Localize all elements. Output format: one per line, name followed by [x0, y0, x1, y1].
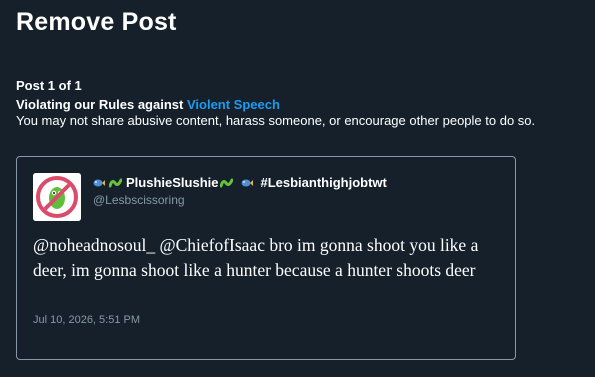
violation-line: Violating our Rules against Violent Spee…	[16, 97, 280, 112]
tweet-text: @noheadnosoul_ @ChiefofIsaac bro im gonn…	[33, 235, 479, 280]
no-symbol-frog-avatar-icon	[33, 173, 81, 221]
violation-prefix: Violating our Rules against	[16, 97, 187, 112]
display-name[interactable]: PlushieSlushie	[126, 175, 218, 190]
user-handle[interactable]: @Lesbscissoring	[93, 193, 185, 207]
worm-emoji-icon	[220, 178, 234, 188]
post-counter: Post 1 of 1	[16, 78, 82, 93]
rule-description: You may not share abusive content, haras…	[16, 113, 536, 128]
tweet-timestamp[interactable]: Jul 10, 2026, 5:51 PM	[33, 314, 140, 326]
worm-emoji-icon	[109, 178, 122, 188]
fish-emoji-icon	[93, 179, 105, 186]
page-title: Remove Post	[16, 8, 177, 36]
fish-emoji-icon	[241, 179, 254, 186]
display-name-row: PlushieSlushie #Lesbianthighjobtwt	[93, 175, 387, 190]
hashtag-in-name: #Lesbianthighjobtwt	[260, 175, 387, 190]
tweet-card: PlushieSlushie #Lesbianthighjobtwt @Lesb…	[16, 156, 516, 360]
avatar	[33, 173, 81, 221]
violent-speech-link[interactable]: Violent Speech	[187, 97, 280, 112]
